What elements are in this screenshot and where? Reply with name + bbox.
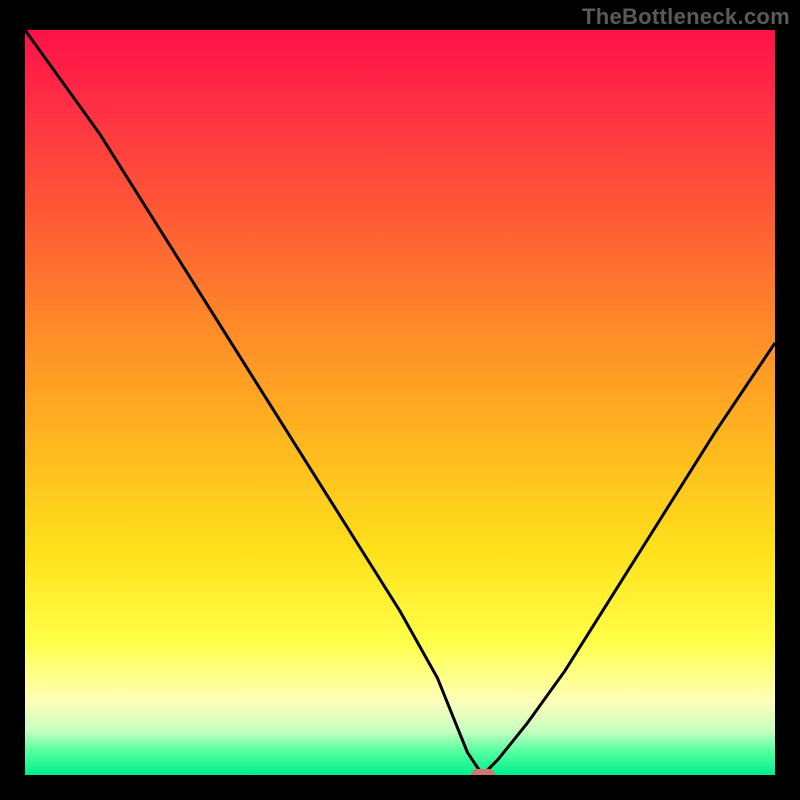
plot-area [25,30,775,775]
bottleneck-curve [25,30,775,775]
watermark-text: TheBottleneck.com [582,4,790,30]
chart-frame: TheBottleneck.com [0,0,800,800]
optimal-point-marker [471,769,495,775]
